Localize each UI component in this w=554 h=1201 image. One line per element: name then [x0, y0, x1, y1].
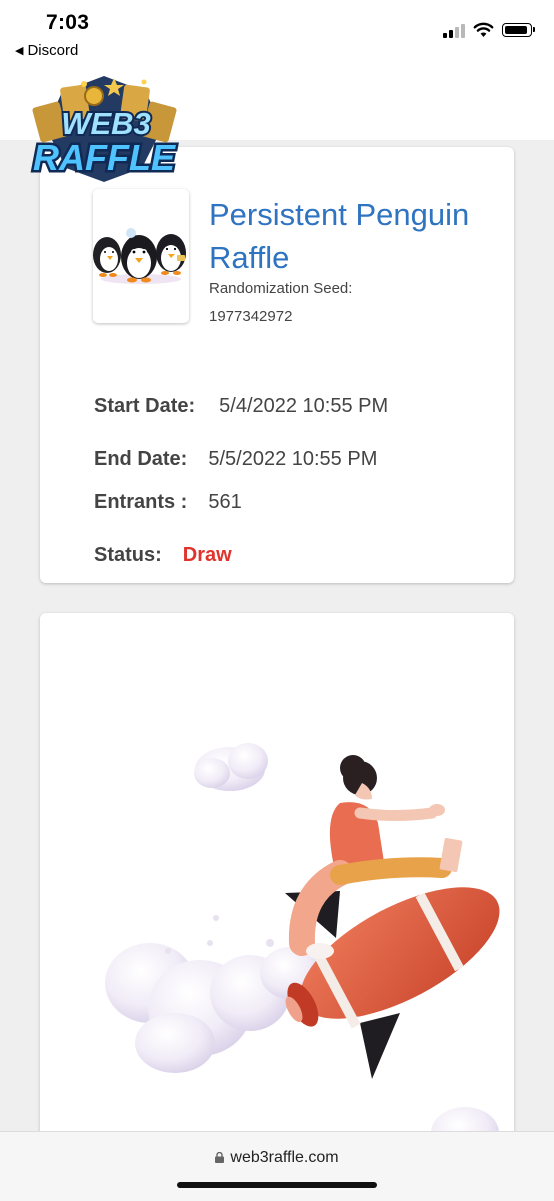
cellular-signal-icon: [443, 22, 465, 38]
start-date-label: Start Date:: [94, 395, 196, 417]
illustration-card: [40, 613, 514, 1153]
entrants-label: Entrants :: [94, 491, 188, 513]
seed-label: Randomization Seed:: [209, 280, 353, 297]
start-date-value: 5/4/2022 10:55 PM: [219, 395, 389, 417]
status-label: Status:: [94, 544, 162, 566]
rocket-illustration: [105, 743, 500, 1153]
back-app-label: Discord: [27, 42, 79, 59]
back-triangle-icon: ◀: [15, 45, 24, 57]
end-date-label: End Date:: [94, 448, 188, 470]
logo-line1: WEB3: [61, 106, 151, 141]
end-date-value: 5/5/2022 10:55 PM: [208, 448, 378, 470]
entrants-row: Entrants : 561: [94, 491, 242, 514]
penguins-image: [93, 228, 186, 284]
raffle-details-card: Persistent Penguin Raffle Randomization …: [40, 147, 514, 583]
cloud-small: [194, 743, 268, 791]
web3-raffle-logo[interactable]: WEB3 RAFFLE: [22, 70, 187, 195]
battery-icon: [502, 23, 535, 37]
url-text: web3raffle.com: [230, 1149, 339, 1166]
clock-time: 7:03: [46, 11, 90, 34]
back-to-app-link[interactable]: ◀ Discord: [15, 42, 78, 59]
url-display[interactable]: web3raffle.com: [0, 1149, 554, 1167]
end-date-row: End Date: 5/5/2022 10:55 PM: [94, 448, 377, 471]
start-date-row: Start Date: 5/4/2022 10:55 PM: [94, 395, 388, 418]
status-icons: [443, 22, 535, 38]
raffle-thumbnail[interactable]: [93, 189, 189, 323]
raffle-title: Persistent Penguin Raffle: [209, 197, 470, 275]
lock-icon: [215, 1152, 225, 1163]
status-badge: Draw: [182, 544, 232, 566]
browser-url-bar[interactable]: web3raffle.com: [0, 1131, 554, 1201]
entrants-value: 561: [208, 491, 242, 513]
wifi-icon: [473, 22, 494, 37]
logo-line2: RAFFLE: [33, 137, 176, 178]
home-indicator[interactable]: [177, 1182, 377, 1188]
seed-value: 1977342972: [209, 308, 293, 325]
status-row: Status: Draw: [94, 544, 232, 567]
